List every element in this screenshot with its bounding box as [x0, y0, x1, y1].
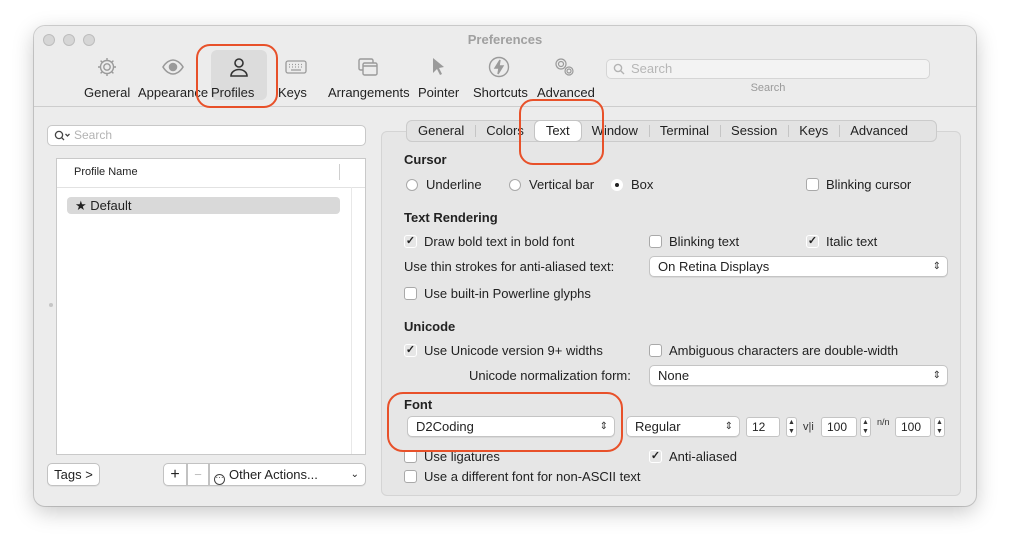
- font-size-stepper[interactable]: ▲ ▼: [786, 417, 797, 437]
- tab-keys[interactable]: Keys: [788, 121, 839, 141]
- toolbar-advanced[interactable]: Advanced: [537, 52, 595, 100]
- windows-icon: [328, 52, 408, 82]
- updown-chevron-icon: ⇕: [599, 421, 608, 432]
- thin-strokes-label: Use thin strokes for anti-aliased text:: [404, 259, 615, 274]
- profile-tabs: General Colors Text Window Terminal Sess…: [406, 120, 937, 142]
- eye-icon: [138, 52, 208, 82]
- tags-button[interactable]: Tags >: [47, 463, 100, 486]
- toolbar-general[interactable]: General: [84, 52, 130, 100]
- updown-chevron-icon: ⇕: [932, 261, 941, 272]
- font-heading: Font: [404, 397, 433, 412]
- thin-strokes-select[interactable]: On Retina Displays ⇕: [649, 256, 948, 277]
- tab-window[interactable]: Window: [581, 121, 649, 141]
- bolt-icon: [473, 52, 525, 82]
- powerline-glyphs-checkbox[interactable]: Use built-in Powerline glyphs: [404, 286, 591, 301]
- tab-session[interactable]: Session: [720, 121, 788, 141]
- preferences-window: Preferences General Appearance Profiles: [34, 26, 976, 506]
- horizontal-spacing-icon: v|i: [803, 421, 814, 433]
- toolbar-profiles[interactable]: Profiles: [211, 50, 267, 100]
- normalization-label: Unicode normalization form:: [469, 368, 631, 383]
- tab-colors[interactable]: Colors: [475, 121, 535, 141]
- vertical-spacing-field[interactable]: 100: [895, 417, 931, 437]
- remove-profile-button[interactable]: −: [187, 463, 209, 486]
- toolbar-shortcuts[interactable]: Shortcuts: [473, 52, 528, 100]
- text-rendering-heading: Text Rendering: [404, 210, 498, 225]
- tab-text[interactable]: Text: [534, 121, 581, 141]
- add-profile-button[interactable]: +: [163, 463, 187, 486]
- window-title: Preferences: [467, 32, 543, 47]
- gear-icon: [84, 52, 130, 82]
- pointer-icon: [418, 52, 460, 82]
- horizontal-spacing-field[interactable]: 100: [821, 417, 857, 437]
- cursor-vertical-bar-radio[interactable]: Vertical bar: [509, 177, 594, 192]
- toolbar: Preferences General Appearance Profiles: [34, 26, 976, 107]
- ambiguous-double-width-checkbox[interactable]: Ambiguous characters are double-width: [649, 343, 898, 358]
- tab-general[interactable]: General: [407, 121, 475, 141]
- profile-row-default[interactable]: ★ Default: [67, 197, 340, 214]
- profile-list: Profile Name ★ Default: [56, 158, 366, 455]
- cursor-box-radio[interactable]: Box: [611, 177, 653, 192]
- other-actions-menu[interactable]: ··· Other Actions... ⌄: [209, 463, 366, 486]
- cursor-heading: Cursor: [404, 152, 447, 167]
- tab-terminal[interactable]: Terminal: [648, 121, 720, 141]
- toolbar-appearance[interactable]: Appearance: [138, 52, 208, 100]
- tab-advanced[interactable]: Advanced: [839, 121, 919, 141]
- keyboard-icon: [278, 52, 314, 82]
- toolbar-arrangements[interactable]: Arrangements: [328, 52, 410, 100]
- star-icon: ★: [75, 198, 91, 213]
- ligatures-checkbox[interactable]: Use ligatures: [404, 449, 500, 464]
- gears-icon: [537, 52, 591, 82]
- profile-search-input[interactable]: Search: [47, 125, 366, 146]
- cursor-underline-radio[interactable]: Underline: [406, 177, 482, 192]
- font-family-select[interactable]: D2Coding ⇕: [407, 416, 615, 437]
- split-view-handle[interactable]: [49, 303, 53, 307]
- vertical-spacing-stepper[interactable]: ▲ ▼: [934, 417, 945, 437]
- unicode-heading: Unicode: [404, 319, 456, 334]
- horizontal-spacing-stepper[interactable]: ▲ ▼: [860, 417, 871, 437]
- search-icon: [54, 130, 70, 141]
- non-ascii-font-checkbox[interactable]: Use a different font for non-ASCII text: [404, 469, 641, 484]
- anti-aliased-checkbox[interactable]: ✓ Anti-aliased: [649, 449, 737, 464]
- draw-bold-checkbox[interactable]: ✓ Draw bold text in bold font: [404, 234, 574, 249]
- font-size-field[interactable]: 12: [746, 417, 780, 437]
- blinking-cursor-checkbox[interactable]: Blinking cursor: [806, 177, 911, 192]
- chevron-down-icon: ⌄: [350, 469, 359, 480]
- blinking-text-checkbox[interactable]: Blinking text: [649, 234, 739, 249]
- updown-chevron-icon: ⇕: [724, 421, 733, 432]
- normalization-select[interactable]: None ⇕: [649, 365, 948, 386]
- toolbar-search-label: Search: [750, 82, 786, 94]
- font-style-select[interactable]: Regular ⇕: [626, 416, 740, 437]
- updown-chevron-icon: ⇕: [932, 370, 941, 381]
- toolbar-keys[interactable]: Keys: [278, 52, 314, 100]
- vertical-spacing-icon: n/n: [877, 417, 890, 427]
- search-icon: [613, 63, 625, 75]
- toolbar-search-input[interactable]: Search: [606, 59, 930, 79]
- column-header-profile-name[interactable]: Profile Name: [57, 159, 365, 188]
- italic-text-checkbox[interactable]: ✓ Italic text: [806, 234, 877, 249]
- toolbar-pointer[interactable]: Pointer: [418, 52, 460, 100]
- ellipsis-circle-icon: ···: [214, 474, 225, 485]
- person-icon: [211, 52, 267, 82]
- unicode-version9-checkbox[interactable]: ✓ Use Unicode version 9+ widths: [404, 343, 603, 358]
